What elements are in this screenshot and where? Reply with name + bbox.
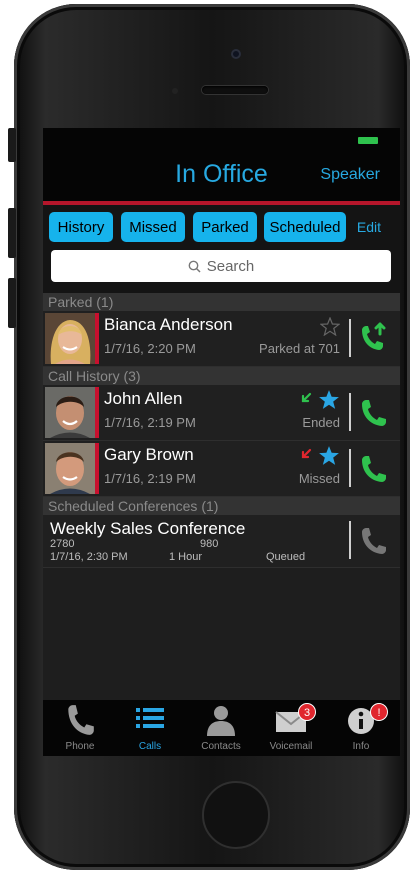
call-back-icon[interactable] (358, 396, 388, 428)
missed-arrow-icon (301, 448, 312, 459)
voicemail-badge: 3 (298, 703, 316, 721)
volume-down-button[interactable] (8, 278, 16, 328)
search-icon (188, 260, 201, 273)
row-divider (349, 319, 351, 357)
row-divider (349, 521, 351, 559)
tab-label: Contacts (201, 741, 241, 752)
call-date: 1/7/16, 2:19 PM (104, 471, 196, 486)
call-back-icon[interactable] (358, 452, 388, 484)
tab-label: Voicemail (269, 741, 313, 752)
avatar (45, 313, 95, 364)
battery-icon (358, 137, 378, 144)
bottom-tab-bar: Phone Calls Contacts 3 Voicemail ! Info (43, 700, 400, 756)
search-placeholder: Search (206, 257, 255, 275)
search-bar: Search (43, 247, 400, 293)
contact-icon (207, 706, 235, 736)
tab-scheduled[interactable]: Scheduled (264, 212, 346, 242)
tab-phone[interactable]: Phone (45, 700, 115, 756)
section-header-parked: Parked (1) (43, 293, 400, 311)
row-indicator (95, 387, 99, 438)
contact-name: Gary Brown (104, 445, 194, 464)
history-row[interactable]: John Allen 1/7/16, 2:19 PM Ended (43, 385, 400, 441)
home-button[interactable] (202, 781, 270, 849)
join-conference-icon[interactable] (358, 524, 388, 556)
unpark-call-icon[interactable] (358, 321, 388, 353)
tab-label: Calls (138, 741, 162, 752)
conference-date: 1/7/16, 2:30 PM (50, 551, 128, 563)
incoming-arrow-icon (301, 392, 312, 403)
conference-participant-code: 980 (200, 538, 219, 550)
favorite-star-icon[interactable] (318, 389, 340, 410)
favorite-star-icon[interactable] (320, 317, 340, 336)
call-status: Ended (302, 415, 340, 430)
speaker-button[interactable]: Speaker (320, 166, 380, 184)
history-row[interactable]: Gary Brown 1/7/16, 2:19 PM Missed (43, 441, 400, 497)
conference-status: Queued (266, 551, 306, 563)
contact-name: Bianca Anderson (104, 315, 233, 334)
search-input[interactable]: Search (51, 250, 391, 282)
proximity-sensor (172, 88, 178, 94)
info-badge: ! (370, 703, 388, 721)
row-indicator (95, 443, 99, 494)
status-bar (43, 128, 400, 151)
list-icon (136, 708, 164, 728)
earpiece-speaker (202, 86, 268, 94)
filter-tabs: History Missed Parked Scheduled Edit (43, 205, 400, 247)
call-date: 1/7/16, 2:19 PM (104, 415, 196, 430)
tab-info[interactable]: ! Info (326, 700, 396, 756)
front-camera (231, 49, 241, 59)
row-divider (349, 393, 351, 431)
volume-up-button[interactable] (8, 208, 16, 258)
conference-duration: 1 Hour (169, 551, 203, 563)
mute-switch[interactable] (8, 128, 16, 162)
app-screen: In Office Speaker History Missed Parked … (43, 128, 400, 756)
section-header-history: Call History (3) (43, 367, 400, 385)
conference-row[interactable]: Weekly Sales Conference 2780 980 1/7/16,… (43, 515, 400, 568)
row-divider (349, 449, 351, 487)
contact-name: John Allen (104, 389, 183, 408)
call-status: Parked at 701 (259, 341, 340, 356)
avatar (45, 443, 95, 494)
conference-number: 2780 (50, 538, 75, 550)
parked-call-row[interactable]: Bianca Anderson 1/7/16, 2:20 PM Parked a… (43, 311, 400, 367)
tab-history[interactable]: History (49, 212, 113, 242)
call-date: 1/7/16, 2:20 PM (104, 341, 196, 356)
tab-label: Phone (65, 741, 95, 752)
tab-label: Info (352, 741, 370, 752)
conference-title: Weekly Sales Conference (50, 519, 246, 538)
avatar (45, 387, 95, 438)
tab-calls[interactable]: Calls (115, 700, 185, 756)
tab-voicemail[interactable]: 3 Voicemail (256, 700, 326, 756)
row-indicator (95, 313, 99, 364)
tab-parked[interactable]: Parked (193, 212, 257, 242)
favorite-star-icon[interactable] (318, 445, 340, 466)
title-bar: In Office Speaker (43, 151, 400, 201)
tab-missed[interactable]: Missed (121, 212, 185, 242)
edit-button[interactable]: Edit (357, 219, 381, 235)
section-header-scheduled: Scheduled Conferences (1) (43, 497, 400, 515)
phone-icon (68, 705, 94, 735)
call-status: Missed (298, 471, 340, 486)
tab-contacts[interactable]: Contacts (186, 700, 256, 756)
